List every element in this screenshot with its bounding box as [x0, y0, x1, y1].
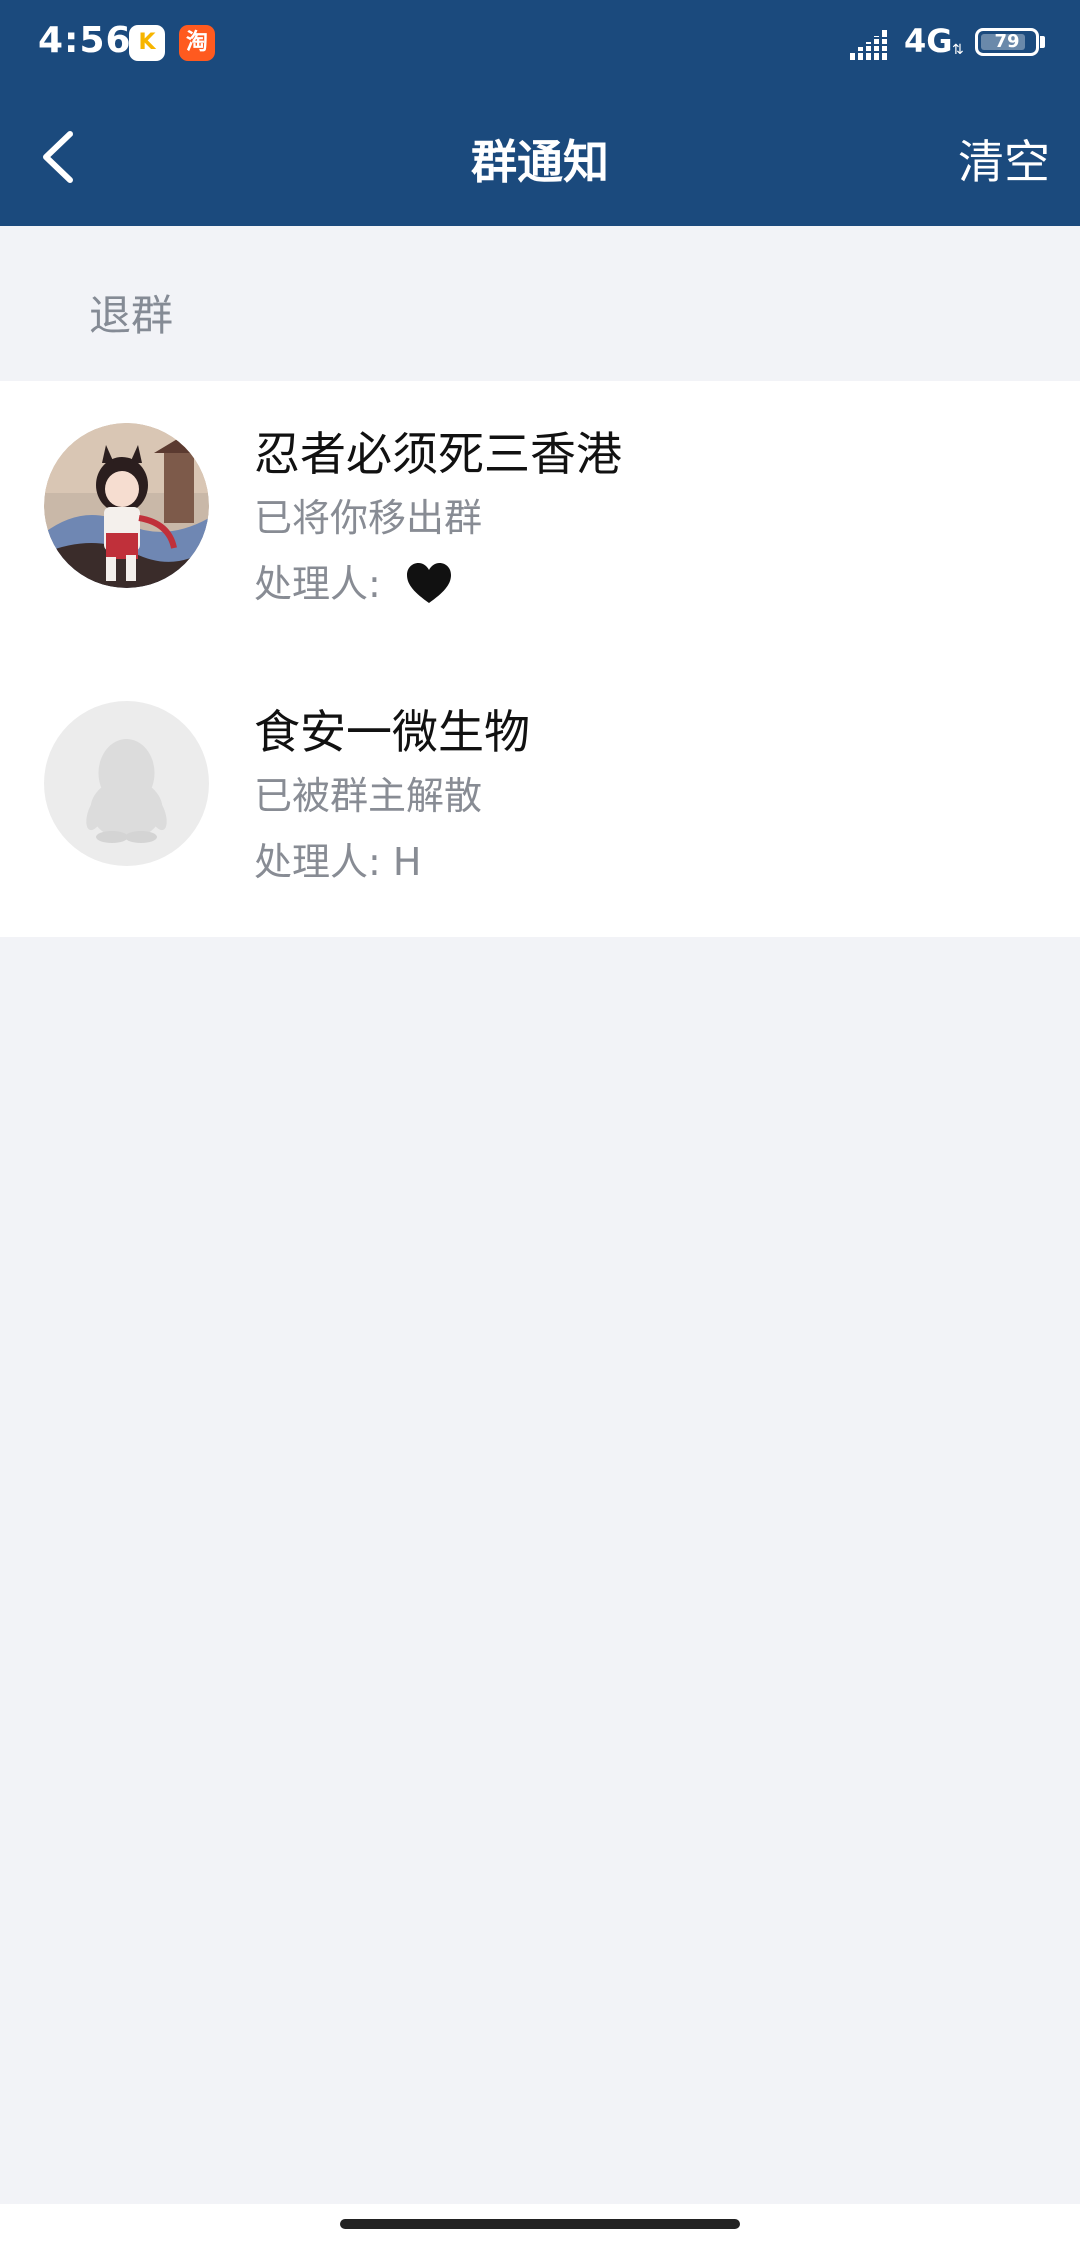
battery-icon: 79	[975, 28, 1039, 56]
notification-text: 食安一微生物 已被群主解散 处理人: H	[254, 703, 530, 887]
network-type-label: 4G	[904, 22, 953, 60]
notification-item[interactable]: 忍者必须死三香港 已将你移出群 处理人:	[0, 381, 1080, 659]
status-time: 4:56	[38, 20, 132, 61]
section-header: 退群	[0, 226, 1080, 380]
kuaishou-app-icon: K	[129, 25, 165, 61]
section-title-leave-group: 退群	[89, 291, 174, 340]
handler-label: 处理人:	[254, 562, 381, 606]
group-name: 忍者必须死三香港	[254, 427, 622, 481]
group-notifications-screen: 4:56 K 淘 4G ⇅ 79 群通知 清空 退群 忍者必须死三香港 已将你移…	[0, 0, 1080, 2248]
page-title: 群通知	[471, 135, 609, 189]
notification-list: 忍者必须死三香港 已将你移出群 处理人: 食安一微生物 已被群主解散 处理人: …	[0, 381, 1080, 937]
black-heart-icon	[406, 563, 451, 603]
battery-percent: 79	[994, 31, 1020, 52]
notification-text: 忍者必须死三香港 已将你移出群 处理人:	[254, 425, 622, 609]
handler-line: 处理人: H	[254, 837, 530, 887]
handler-line: 处理人:	[254, 559, 622, 609]
group-avatar[interactable]	[44, 423, 209, 588]
notification-description: 已被群主解散	[254, 774, 483, 818]
anime-girl-avatar-icon	[44, 423, 209, 588]
nav-bar: 群通知 清空	[0, 88, 1080, 226]
status-bar: 4:56 K 淘 4G ⇅ 79	[0, 0, 1080, 88]
group-name: 食安一微生物	[254, 705, 530, 759]
signal-icon	[850, 30, 892, 60]
group-avatar[interactable]	[44, 701, 209, 866]
data-activity-icon: ⇅	[952, 42, 964, 58]
clear-button[interactable]: 清空	[958, 126, 1050, 192]
default-penguin-avatar-icon	[86, 739, 167, 843]
notification-description: 已将你移出群	[254, 496, 483, 540]
taobao-app-icon: 淘	[179, 25, 215, 61]
handler-name: H	[392, 840, 422, 884]
battery-cap	[1040, 36, 1045, 48]
home-indicator[interactable]	[340, 2219, 740, 2229]
notification-item[interactable]: 食安一微生物 已被群主解散 处理人: H	[0, 659, 1080, 937]
handler-label: 处理人:	[254, 840, 381, 884]
